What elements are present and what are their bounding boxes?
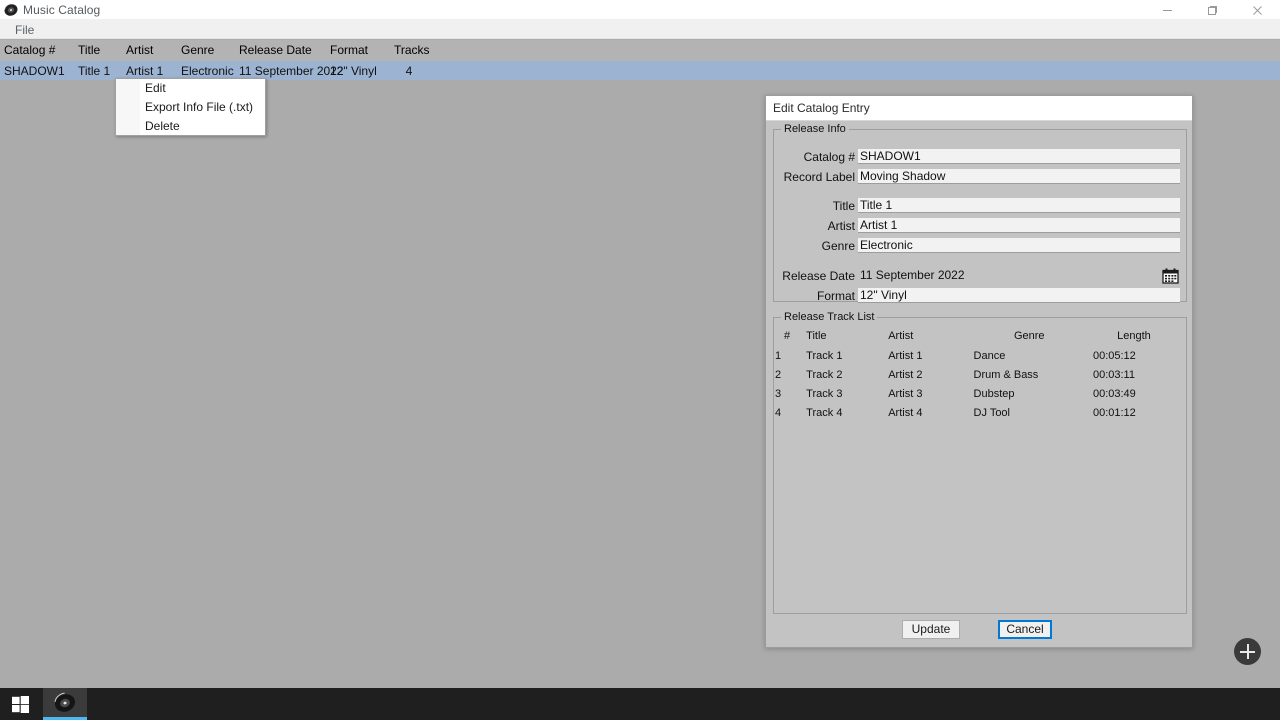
- minimize-icon[interactable]: [1145, 0, 1190, 20]
- column-header-genre[interactable]: Genre: [181, 43, 214, 57]
- track-cell-length: 00:03:49: [1092, 388, 1136, 400]
- release-track-list-legend: Release Track List: [781, 311, 878, 323]
- label-release-date: Release Date: [782, 269, 855, 283]
- track-cell-length: 00:01:12: [1092, 407, 1136, 419]
- column-header-tracks[interactable]: Tracks: [394, 43, 430, 57]
- maximize-icon[interactable]: [1190, 0, 1235, 20]
- windows-start-icon[interactable]: [0, 688, 40, 720]
- context-menu-item-export-info-file[interactable]: Export Info File (.txt): [116, 98, 265, 117]
- track-cell-genre: DJ Tool: [973, 407, 1010, 419]
- update-button[interactable]: Update: [902, 620, 960, 639]
- artist-input[interactable]: [858, 218, 1180, 233]
- vinyl-record-icon: [54, 692, 76, 717]
- track-list-header-row: # Title Artist Genre Length: [775, 330, 1175, 347]
- track-cell-artist: Artist 3: [888, 388, 923, 400]
- cell-format: 12" Vinyl: [330, 64, 377, 78]
- cancel-button[interactable]: Cancel: [998, 620, 1052, 639]
- format-input[interactable]: [858, 288, 1180, 303]
- application-window: Music Catalog File Catalog # Title Artis…: [0, 0, 1280, 688]
- context-menu: Edit Export Info File (.txt) Delete: [115, 78, 266, 136]
- label-format: Format: [816, 289, 855, 303]
- column-header-artist[interactable]: Artist: [126, 43, 153, 57]
- column-header-format[interactable]: Format: [330, 43, 368, 57]
- table-row[interactable]: 2 Track 2 Artist 2 Drum & Bass 00:03:11: [775, 366, 1175, 385]
- cell-release-date: 11 September 2022: [239, 64, 344, 78]
- dialog-title: Edit Catalog Entry: [773, 101, 870, 115]
- track-cell-artist: Artist 2: [888, 369, 923, 381]
- track-cell-genre: Dubstep: [973, 388, 1015, 400]
- label-title: Title: [832, 199, 855, 213]
- column-header-catalog[interactable]: Catalog #: [4, 43, 55, 57]
- close-icon[interactable]: [1235, 0, 1280, 20]
- taskbar-item-music-catalog[interactable]: [43, 688, 87, 720]
- menu-bar: File: [0, 20, 1280, 39]
- track-cell-title: Track 4: [806, 407, 843, 419]
- label-record-label: Record Label: [783, 170, 855, 184]
- track-column-number[interactable]: #: [775, 330, 806, 347]
- context-menu-item-delete-label: Delete: [145, 119, 180, 133]
- cell-tracks: 4: [405, 64, 413, 78]
- cell-catalog: SHADOW1: [4, 64, 65, 78]
- track-column-title[interactable]: Title: [806, 330, 888, 347]
- window-title: Music Catalog: [23, 3, 101, 17]
- context-menu-item-edit-label: Edit: [145, 81, 166, 95]
- menu-item-file[interactable]: File: [10, 23, 39, 37]
- catalog-grid-header: Catalog # Title Artist Genre Release Dat…: [0, 40, 1280, 61]
- release-info-legend: Release Info: [781, 123, 849, 135]
- context-menu-item-edit[interactable]: Edit: [116, 79, 265, 98]
- track-cell-artist: Artist 1: [888, 350, 923, 362]
- track-cell-number: 1: [775, 350, 782, 362]
- label-artist: Artist: [827, 219, 855, 233]
- context-menu-item-delete[interactable]: Delete: [116, 117, 265, 136]
- cell-title: Title 1: [78, 64, 111, 78]
- track-column-length[interactable]: Length: [1093, 330, 1175, 347]
- track-cell-genre: Dance: [973, 350, 1006, 362]
- windows-taskbar: [0, 688, 1280, 720]
- track-cell-title: Track 2: [806, 369, 843, 381]
- table-row[interactable]: 3 Track 3 Artist 3 Dubstep 00:03:49: [775, 385, 1175, 404]
- table-row[interactable]: 4 Track 4 Artist 4 DJ Tool 00:01:12: [775, 404, 1175, 423]
- label-genre: Genre: [821, 239, 855, 253]
- window-titlebar: Music Catalog: [0, 0, 1280, 20]
- vinyl-record-icon: [4, 3, 18, 17]
- column-header-release-date[interactable]: Release Date: [239, 43, 312, 57]
- track-cell-number: 2: [775, 369, 782, 381]
- track-column-artist[interactable]: Artist: [888, 330, 973, 347]
- track-cell-length: 00:03:11: [1092, 369, 1135, 381]
- label-catalog-number: Catalog #: [803, 150, 855, 164]
- table-row[interactable]: 1 Track 1 Artist 1 Dance 00:05:12: [775, 347, 1175, 366]
- context-menu-item-export-label: Export Info File (.txt): [145, 100, 254, 114]
- track-cell-number: 4: [775, 407, 782, 419]
- catalog-number-input[interactable]: [858, 149, 1180, 164]
- add-entry-button[interactable]: [1234, 638, 1261, 665]
- track-cell-artist: Artist 4: [888, 407, 923, 419]
- track-cell-title: Track 1: [806, 350, 843, 362]
- cell-genre: Electronic: [181, 64, 234, 78]
- genre-input[interactable]: [858, 238, 1180, 253]
- title-input[interactable]: [858, 198, 1180, 213]
- track-column-genre[interactable]: Genre: [974, 330, 1093, 347]
- track-cell-genre: Drum & Bass: [973, 369, 1039, 381]
- track-cell-number: 3: [775, 388, 782, 400]
- calendar-icon[interactable]: [1161, 267, 1179, 284]
- column-header-title[interactable]: Title: [78, 43, 100, 57]
- cell-artist: Artist 1: [126, 64, 164, 78]
- dialog-titlebar: Edit Catalog Entry: [766, 96, 1192, 121]
- release-date-picker-input[interactable]: [858, 268, 1152, 283]
- track-cell-title: Track 3: [806, 388, 843, 400]
- record-label-input[interactable]: [858, 169, 1180, 184]
- track-cell-length: 00:05:12: [1092, 350, 1136, 362]
- track-list-table: # Title Artist Genre Length 1 Track 1 Ar…: [775, 330, 1175, 423]
